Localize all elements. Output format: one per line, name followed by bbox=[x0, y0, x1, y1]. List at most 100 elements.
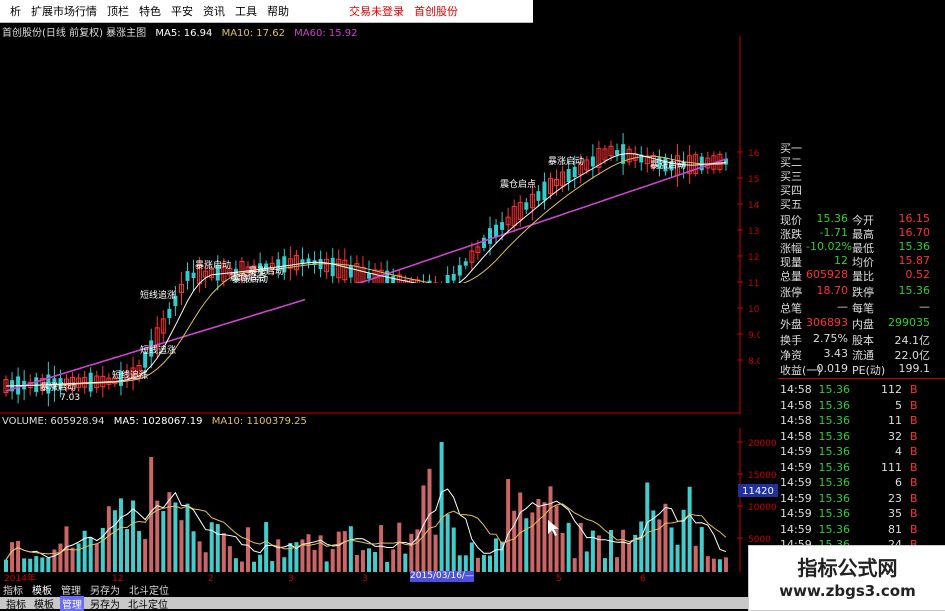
tab-save-as[interactable]: 另存为 bbox=[88, 596, 122, 611]
volume-bar bbox=[524, 518, 529, 572]
stock-name-link[interactable]: 首创股份 bbox=[414, 3, 458, 19]
volume-bar bbox=[4, 559, 8, 572]
menu-item-tools[interactable]: 工具 bbox=[235, 3, 257, 19]
quote-label: 内盘 bbox=[852, 318, 874, 331]
volume-bar bbox=[354, 554, 359, 572]
volume-bar bbox=[46, 557, 51, 572]
candle-down bbox=[367, 273, 371, 279]
price-tick-label: 15.00 bbox=[748, 175, 760, 185]
volume-bar bbox=[106, 506, 111, 572]
volume-tick-label: 5000 bbox=[748, 535, 771, 545]
quote-value: 15.36 bbox=[898, 240, 931, 253]
quote-value: -10.02% bbox=[806, 240, 852, 253]
tick-time: 14:59 bbox=[780, 445, 812, 458]
quote-label: 流通 bbox=[852, 349, 874, 362]
menu-item-extended-market[interactable]: 扩展市场行情 bbox=[31, 3, 97, 19]
watermark-url: www.zbgs3.com bbox=[779, 582, 916, 600]
signal-annotation: 震仓启点 bbox=[230, 271, 266, 283]
menu-item-features[interactable]: 特色 bbox=[139, 3, 161, 19]
menu-item-help[interactable]: 帮助 bbox=[267, 3, 289, 19]
tab-indicator[interactable]: 指标 bbox=[4, 596, 28, 611]
volume-info: VOLUME: 605928.94 MA5: 1028067.19 MA10: … bbox=[2, 416, 313, 427]
volume-bar bbox=[427, 468, 432, 572]
menu-item-pingan[interactable]: 平安 bbox=[171, 3, 193, 19]
tick-bs: B bbox=[910, 398, 918, 412]
candle-down bbox=[348, 265, 353, 278]
menu-item-news[interactable]: 资讯 bbox=[203, 3, 225, 19]
volume-bar bbox=[270, 561, 275, 572]
quote-value: 2.75% bbox=[813, 332, 848, 345]
volume-bar bbox=[475, 557, 480, 572]
volume-bar bbox=[215, 524, 220, 572]
tick-time: 14:59 bbox=[780, 476, 812, 489]
price-tick-label: 16.00 bbox=[748, 149, 760, 159]
tick-time: 14:58 bbox=[780, 383, 812, 396]
login-status[interactable]: 交易未登录 bbox=[349, 3, 404, 19]
volume-bar bbox=[348, 526, 353, 572]
volume-bar bbox=[717, 559, 722, 572]
tick-vol: 11 bbox=[888, 414, 902, 427]
volume-bar bbox=[693, 545, 698, 572]
volume-bar bbox=[252, 561, 257, 572]
candle-down bbox=[185, 271, 190, 281]
volume-bar bbox=[457, 555, 462, 572]
quote-value: 0.52 bbox=[905, 268, 931, 281]
volume-bar bbox=[167, 492, 172, 572]
quote-value: 15.87 bbox=[898, 254, 931, 267]
bottom-toolbar: 指标 模板 管理 另存为 北斗定位 bbox=[0, 583, 760, 597]
quote-label: 每笔 bbox=[852, 302, 874, 315]
volume-bar bbox=[239, 561, 244, 572]
candle-down bbox=[590, 156, 595, 167]
volume-bar bbox=[469, 542, 474, 572]
candle-down bbox=[451, 273, 456, 281]
menu-item-analysis[interactable]: 析 bbox=[10, 3, 21, 19]
tick-bs: B bbox=[910, 460, 918, 474]
tick-time: 14:59 bbox=[780, 507, 812, 520]
candle-down bbox=[481, 237, 486, 248]
tick-time: 14:59 bbox=[780, 522, 812, 536]
volume-tick-label: 20000 bbox=[748, 439, 777, 449]
quote-value: -1.71 bbox=[819, 226, 848, 239]
quote-value: 199.1 bbox=[898, 362, 931, 375]
candle-down bbox=[572, 166, 577, 178]
quote-label: 量比 bbox=[852, 270, 874, 283]
tab-manage[interactable]: 管理 bbox=[60, 595, 84, 611]
quote-value: 18.70 bbox=[816, 284, 849, 297]
volume-tick-label: 10000 bbox=[748, 503, 777, 513]
price-tick-label: 11.00 bbox=[748, 279, 760, 289]
price-chart[interactable]: 暴涨启动短线追涨短线追涨短线追涨暴涨启动暴涨启动暴涨启动震仓启点震仓启点暴涨启动… bbox=[0, 36, 760, 414]
menu-item-topbar[interactable]: 顶栏 bbox=[107, 3, 129, 19]
tab-beidou[interactable]: 北斗定位 bbox=[126, 596, 170, 611]
volume-bar bbox=[494, 538, 499, 572]
quote-panel: 买一 买二 买三 买四 买五 现价 15.36 今开 16.15 涨跌 -1.71 最高 16.70 涨… bbox=[778, 140, 945, 551]
volume-bar bbox=[40, 557, 45, 572]
volume-bar bbox=[445, 514, 450, 572]
tick-price: 15.36 bbox=[818, 414, 851, 427]
site-watermark: 指标公式网 www.zbgs3.com bbox=[748, 545, 945, 611]
redacted-area bbox=[305, 283, 640, 323]
volume-bar bbox=[342, 531, 347, 572]
volume-bar bbox=[602, 558, 607, 572]
volume-bar bbox=[566, 522, 571, 572]
volume-chart[interactable]: 20000 15000 10000 5000 11420 bbox=[0, 428, 778, 572]
volume-bar bbox=[536, 499, 541, 572]
quote-label: 总量 bbox=[780, 270, 802, 283]
volume-bar bbox=[360, 550, 365, 572]
volume-bar bbox=[705, 556, 710, 572]
tick-vol: 112 bbox=[881, 383, 902, 396]
candle-down bbox=[542, 181, 547, 201]
volume-bar bbox=[463, 555, 468, 572]
volume-ma5: MA5: 1028067.19 bbox=[113, 416, 203, 427]
tick-bs: B bbox=[910, 476, 918, 489]
tab-template[interactable]: 模板 bbox=[32, 596, 56, 611]
tick-price: 15.36 bbox=[818, 476, 851, 489]
volume-bar bbox=[433, 534, 438, 572]
x-tick-label: 3 bbox=[288, 574, 294, 583]
tick-price: 15.36 bbox=[818, 445, 851, 458]
volume-bar bbox=[699, 527, 704, 572]
tick-bs: B bbox=[910, 507, 918, 520]
signal-annotation: 震仓启点 bbox=[500, 178, 536, 190]
quote-value: 22.0亿 bbox=[894, 349, 931, 362]
volume-bar bbox=[221, 533, 226, 572]
volume-bar bbox=[276, 539, 281, 572]
